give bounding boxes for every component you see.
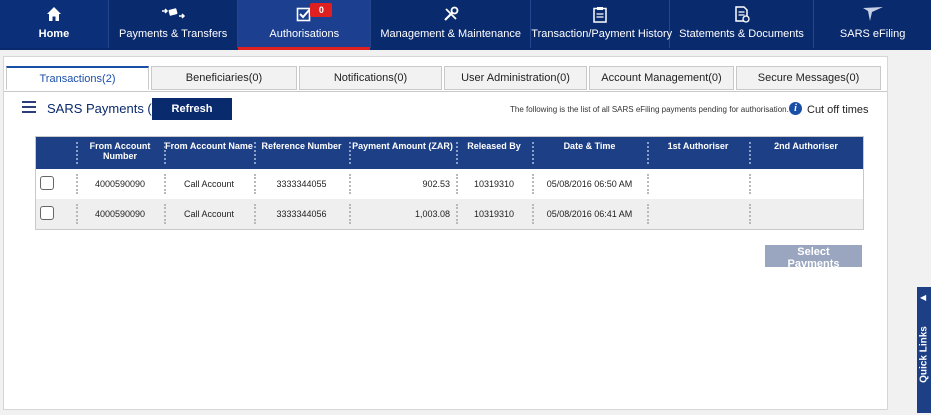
sars-logo-icon xyxy=(814,6,931,24)
cell-2nd-authoriser xyxy=(749,169,863,199)
cell-reference-number: 3333344056 xyxy=(254,199,349,229)
header-from-account-number: From Account Number xyxy=(76,137,164,169)
header-1st-authoriser: 1st Authoriser xyxy=(647,137,749,169)
header-date-time: Date & Time xyxy=(532,137,647,169)
menu-icon[interactable] xyxy=(22,101,36,113)
header-select xyxy=(36,137,76,169)
nav-home[interactable]: Home xyxy=(0,0,109,48)
cell-from-account-number: 4000590090 xyxy=(76,199,164,229)
nav-statements-documents-label: Statements & Documents xyxy=(679,28,804,40)
row-select-cell xyxy=(36,199,76,229)
cell-released-by: 10319310 xyxy=(456,199,532,229)
transfer-icon xyxy=(109,6,238,24)
tab-notifications[interactable]: Notifications(0) xyxy=(299,66,442,90)
header-reference-number: Reference Number xyxy=(254,137,349,169)
clipboard-icon xyxy=(531,6,669,24)
nav-sars-efiling[interactable]: SARS eFiling xyxy=(814,0,931,48)
quick-links-label: Quick Links xyxy=(918,326,930,383)
nav-authorisations-label: Authorisations xyxy=(269,28,340,40)
nav-authorisations[interactable]: 0 Authorisations xyxy=(238,0,372,50)
select-payments-button[interactable]: Select Payments xyxy=(765,245,862,270)
authorisations-badge: 0 xyxy=(310,3,333,17)
tab-beneficiaries[interactable]: Beneficiaries(0) xyxy=(151,66,297,90)
cell-date-time: 05/08/2016 06:50 AM xyxy=(532,169,647,199)
nav-home-label: Home xyxy=(38,28,70,40)
row-checkbox[interactable] xyxy=(40,176,54,190)
header-released-by: Released By xyxy=(456,137,532,169)
pending-info-text: The following is the list of all SARS eF… xyxy=(510,105,789,114)
home-icon xyxy=(0,6,108,24)
checkbox-icon xyxy=(238,6,370,24)
nav-sars-efiling-label: SARS eFiling xyxy=(839,28,906,40)
table-row: 4000590090 Call Account 3333344055 902.5… xyxy=(36,169,863,199)
tools-icon xyxy=(371,6,530,24)
nav-payments-transfers[interactable]: Payments & Transfers xyxy=(109,0,239,48)
cell-2nd-authoriser xyxy=(749,199,863,229)
header-2nd-authoriser: 2nd Authoriser xyxy=(749,137,863,169)
tab-bar: Transactions(2) Beneficiaries(0) Notific… xyxy=(6,66,883,92)
cell-1st-authoriser xyxy=(647,169,749,199)
cut-off-times-link[interactable]: Cut off times xyxy=(807,104,869,116)
header-payment-amount: Payment Amount (ZAR) xyxy=(349,137,456,169)
refresh-button[interactable]: Refresh xyxy=(152,98,232,120)
quick-links-tab[interactable]: ◀ Quick Links xyxy=(917,287,931,413)
nav-transaction-history-label: Transaction/Payment History xyxy=(531,28,673,40)
cell-payment-amount: 1,003.08 xyxy=(349,199,456,229)
tab-divider xyxy=(4,91,887,92)
chevron-left-icon: ◀ xyxy=(920,293,927,302)
nav-management-maintenance-label: Management & Maintenance xyxy=(380,28,521,40)
content-panel: Transactions(2) Beneficiaries(0) Notific… xyxy=(3,56,888,410)
cell-1st-authoriser xyxy=(647,199,749,229)
tab-account-management[interactable]: Account Management(0) xyxy=(589,66,734,90)
tab-user-administration[interactable]: User Administration(0) xyxy=(444,66,587,90)
cell-from-account-number: 4000590090 xyxy=(76,169,164,199)
header-from-account-name: From Account Name xyxy=(164,137,254,169)
cell-reference-number: 3333344055 xyxy=(254,169,349,199)
top-nav: Home Payments & Transfers 0 Authorisatio… xyxy=(0,0,931,50)
row-checkbox[interactable] xyxy=(40,206,54,220)
cell-from-account-name: Call Account xyxy=(164,199,254,229)
nav-payments-transfers-label: Payments & Transfers xyxy=(119,28,228,40)
table-header: From Account Number From Account Name Re… xyxy=(36,137,863,169)
cell-released-by: 10319310 xyxy=(456,169,532,199)
cell-payment-amount: 902.53 xyxy=(349,169,456,199)
cell-from-account-name: Call Account xyxy=(164,169,254,199)
payments-table: From Account Number From Account Name Re… xyxy=(35,136,864,230)
info-icon[interactable]: i xyxy=(789,102,802,115)
tab-transactions[interactable]: Transactions(2) xyxy=(6,66,149,90)
cell-date-time: 05/08/2016 06:41 AM xyxy=(532,199,647,229)
document-icon xyxy=(670,6,813,24)
section-title: SARS Payments (2) xyxy=(47,101,164,116)
nav-management-maintenance[interactable]: Management & Maintenance xyxy=(371,0,532,48)
row-select-cell xyxy=(36,169,76,199)
nav-statements-documents[interactable]: Statements & Documents xyxy=(670,0,815,48)
table-row: 4000590090 Call Account 3333344056 1,003… xyxy=(36,199,863,229)
tab-secure-messages[interactable]: Secure Messages(0) xyxy=(736,66,881,90)
nav-transaction-history[interactable]: Transaction/Payment History xyxy=(531,0,673,48)
